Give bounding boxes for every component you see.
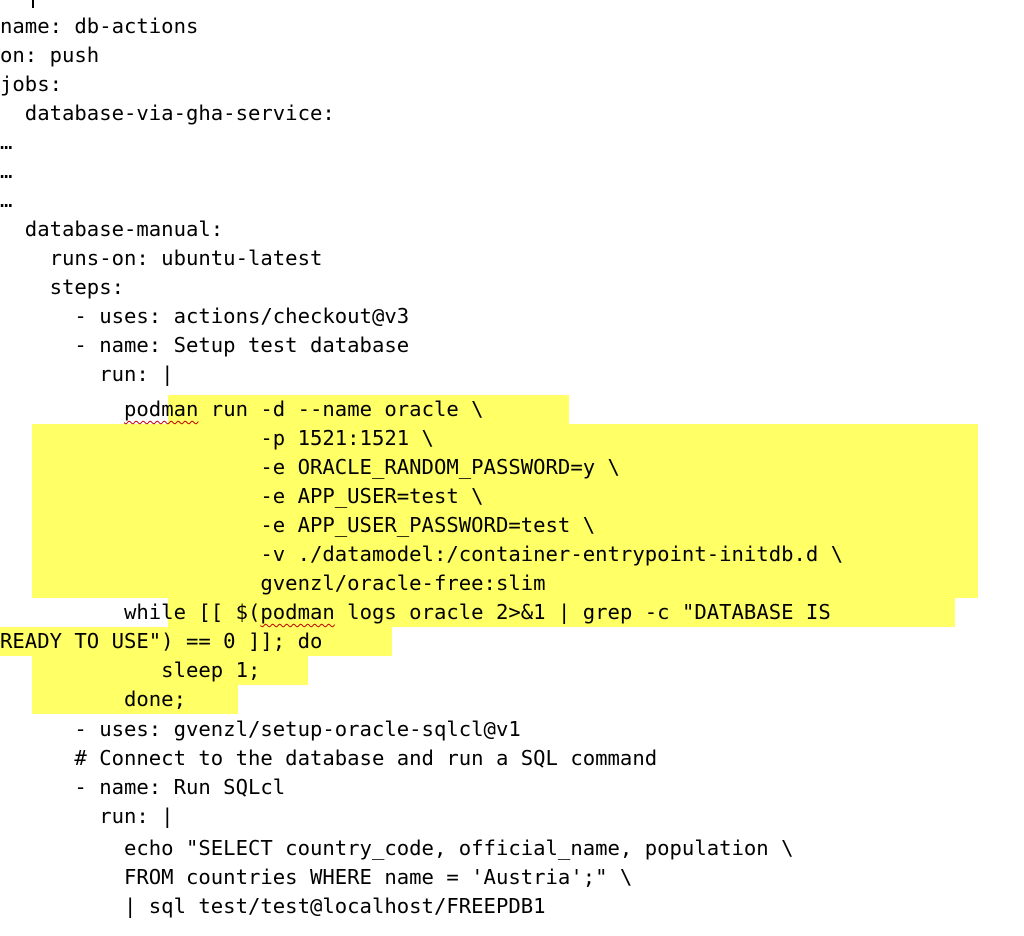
code-text: run: | <box>0 804 174 828</box>
code-text: - name: Setup test database <box>0 333 410 357</box>
code-text-podman-run: podman run -d --name oracle \ <box>124 397 484 421</box>
code-text: gvenzl/oracle-free:slim <box>0 571 546 595</box>
code-line: … <box>0 157 12 186</box>
code-text: -e APP_USER_PASSWORD=test \ <box>0 513 596 537</box>
code-line: jobs: <box>0 70 62 99</box>
code-text: runs-on: ubuntu-latest <box>0 246 323 270</box>
code-line: -e ORACLE_RANDOM_PASSWORD=y \ <box>0 453 620 482</box>
code-text: database-manual: <box>0 217 224 241</box>
code-line: sleep 1; <box>0 656 260 685</box>
spellcheck-word: podman <box>124 397 199 421</box>
code-line: READY TO USE") == 0 ]]; do <box>0 627 322 656</box>
code-document: name: db-actions on: push jobs: database… <box>0 0 1024 936</box>
code-text: FROM countries WHERE name = 'Austria';" … <box>0 865 633 889</box>
code-text: - uses: gvenzl/setup-oracle-sqlcl@v1 <box>0 717 521 741</box>
code-text: … <box>0 188 13 212</box>
code-text: READY TO USE") == 0 ]]; do <box>0 629 323 653</box>
code-line: - name: Setup test database <box>0 331 409 360</box>
code-text: on: push <box>0 43 100 67</box>
code-text: jobs: <box>0 72 62 96</box>
spellcheck-word: podman <box>260 600 335 624</box>
code-line: … <box>0 128 12 157</box>
code-line: gvenzl/oracle-free:slim <box>0 569 546 598</box>
code-text: - name: Run SQLcl <box>0 775 286 799</box>
code-line: -e APP_USER_PASSWORD=test \ <box>0 511 595 540</box>
text-cursor-mark <box>32 0 34 8</box>
code-line: runs-on: ubuntu-latest <box>0 244 323 273</box>
code-line: -p 1521:1521 \ <box>0 424 434 453</box>
code-line: run: | <box>0 802 174 831</box>
code-text: -v ./datamodel:/container-entrypoint-ini… <box>0 542 844 566</box>
code-line: -e APP_USER=test \ <box>0 482 484 511</box>
code-line: - name: Run SQLcl <box>0 773 285 802</box>
code-line: # Connect to the database and run a SQL … <box>0 744 657 773</box>
code-text: # Connect to the database and run a SQL … <box>0 746 658 770</box>
code-line: while [[ $(podman logs oracle 2>&1 | gre… <box>0 598 831 627</box>
code-line: podman run -d --name oracle \ <box>0 395 484 424</box>
code-text: sleep 1; <box>0 658 261 682</box>
code-line: -v ./datamodel:/container-entrypoint-ini… <box>0 540 843 569</box>
code-text: … <box>0 130 13 154</box>
code-line: name: db-actions <box>0 12 198 41</box>
code-line: on: push <box>0 41 99 70</box>
code-text: -p 1521:1521 \ <box>0 426 434 450</box>
code-text: … <box>0 159 13 183</box>
code-text: steps: <box>0 275 124 299</box>
code-text: name: db-actions <box>0 14 199 38</box>
code-line: - uses: actions/checkout@v3 <box>0 302 409 331</box>
code-text: -e APP_USER=test \ <box>0 484 484 508</box>
code-line: FROM countries WHERE name = 'Austria';" … <box>0 863 632 892</box>
code-line: steps: <box>0 273 124 302</box>
code-line: done; <box>0 685 186 714</box>
code-line: | sql test/test@localhost/FREEPDB1 <box>0 892 546 921</box>
code-line: database-via-gha-service: <box>0 99 335 128</box>
code-text: echo "SELECT country_code, official_name… <box>0 836 794 860</box>
code-text: database-via-gha-service: <box>0 101 335 125</box>
code-line: run: | <box>0 360 174 389</box>
code-line: … <box>0 186 12 215</box>
code-text: | sql test/test@localhost/FREEPDB1 <box>0 894 546 918</box>
code-text: - uses: actions/checkout@v3 <box>0 304 410 328</box>
code-text-while: while [[ $(podman logs oracle 2>&1 | gre… <box>0 600 831 624</box>
code-line: - uses: gvenzl/setup-oracle-sqlcl@v1 <box>0 715 521 744</box>
code-line: database-manual: <box>0 215 223 244</box>
code-line: echo "SELECT country_code, official_name… <box>0 834 794 863</box>
code-text: done; <box>0 687 186 711</box>
code-text: run: | <box>0 362 174 386</box>
code-text: -e ORACLE_RANDOM_PASSWORD=y \ <box>0 455 620 479</box>
